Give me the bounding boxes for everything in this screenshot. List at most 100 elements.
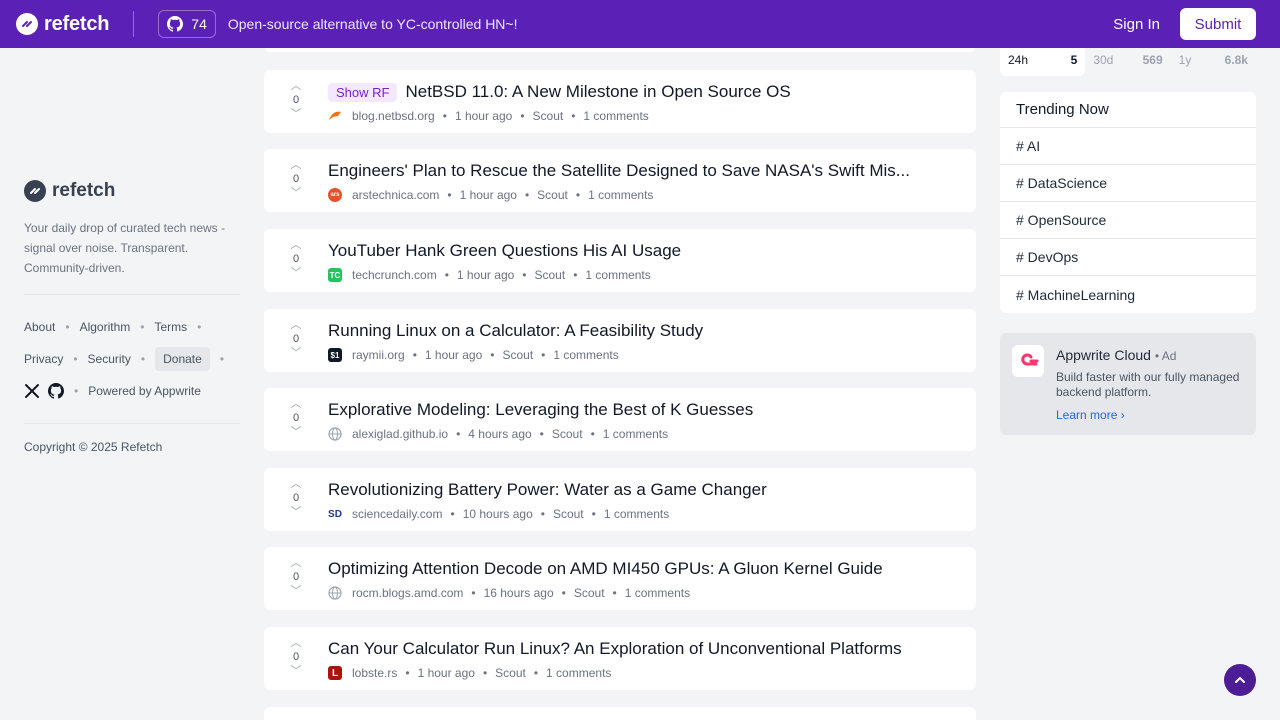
privacy-link[interactable]: Privacy xyxy=(24,352,63,366)
stats-tab-1y[interactable]: 1y 6.8k xyxy=(1171,44,1256,76)
about-link[interactable]: About xyxy=(24,320,55,334)
story-domain-link[interactable]: techcrunch.com xyxy=(352,268,437,282)
footer-links-row-2: Privacy • Security • Donate • xyxy=(24,343,240,375)
terms-link[interactable]: Terms xyxy=(154,320,187,334)
upvote-icon[interactable]: ︿ xyxy=(286,477,306,491)
lobsters-icon: L xyxy=(328,666,342,680)
story-author-link[interactable]: Scout xyxy=(537,188,568,202)
upvote-icon[interactable]: ︿ xyxy=(286,238,306,252)
stats-tab-24h[interactable]: 24h 5 xyxy=(1000,44,1086,76)
story-comments-link[interactable]: 1 comments xyxy=(553,348,618,362)
scroll-to-top-button[interactable] xyxy=(1224,664,1256,696)
vote-widget: ︿ 0 ﹀ xyxy=(286,79,306,121)
story-time: 10 hours ago xyxy=(462,507,533,521)
story-comments-link[interactable]: 1 comments xyxy=(546,666,611,680)
donate-link[interactable]: Donate xyxy=(155,347,210,371)
ad-link-label: Learn more xyxy=(1056,408,1118,422)
brand-logo-link[interactable]: refetch xyxy=(16,13,109,36)
story-author-link[interactable]: Scout xyxy=(552,427,583,441)
story-comments-link[interactable]: 1 comments xyxy=(604,507,669,521)
trending-tag-datascience[interactable]: # DataScience xyxy=(1000,165,1256,202)
story-comments-link[interactable]: 1 comments xyxy=(585,268,650,282)
sidebar-brand[interactable]: refetch xyxy=(24,180,240,202)
vote-widget: ︿ 0 ﹀ xyxy=(286,238,306,280)
news-card: ︿ 0 ﹀ Show RF NetBSD 11.0: A New Milesto… xyxy=(264,70,976,133)
upvote-icon[interactable]: ︿ xyxy=(286,158,306,172)
sign-in-link[interactable]: Sign In xyxy=(1113,16,1160,33)
story-domain-link[interactable]: raymii.org xyxy=(352,348,405,362)
ad-learn-more-link[interactable]: Learn more › xyxy=(1056,408,1125,422)
downvote-icon[interactable]: ﹀ xyxy=(286,346,306,360)
downvote-icon[interactable]: ﹀ xyxy=(286,186,306,200)
story-author-link[interactable]: Scout xyxy=(574,586,605,600)
story-comments-link[interactable]: 1 comments xyxy=(603,427,668,441)
trending-tag-machinelearning[interactable]: # MachineLearning xyxy=(1000,276,1256,313)
vote-count: 0 xyxy=(292,333,300,345)
upvote-icon[interactable]: ︿ xyxy=(286,636,306,650)
story-author-link[interactable]: Scout xyxy=(502,348,533,362)
story-domain-link[interactable]: sciencedaily.com xyxy=(352,507,442,521)
chevron-right-icon: › xyxy=(1120,408,1125,422)
news-card: ︿ 0 ﹀ YouTuber Hank Green Questions His … xyxy=(264,229,976,292)
story-title-link[interactable]: Explorative Modeling: Leveraging the Bes… xyxy=(328,400,753,420)
raymii-icon: $1 xyxy=(328,348,342,362)
story-comments-link[interactable]: 1 comments xyxy=(625,586,690,600)
footer-links-row-1: About • Algorithm • Terms • xyxy=(24,320,202,334)
story-domain-link[interactable]: arstechnica.com xyxy=(352,188,439,202)
story-domain-link[interactable]: rocm.blogs.amd.com xyxy=(352,586,463,600)
downvote-icon[interactable]: ﹀ xyxy=(286,505,306,519)
stats-value: 6.8k xyxy=(1224,53,1248,67)
downvote-icon[interactable]: ﹀ xyxy=(286,584,306,598)
downvote-icon[interactable]: ﹀ xyxy=(286,107,306,121)
vote-count: 0 xyxy=(292,173,300,185)
vote-count: 0 xyxy=(292,571,300,583)
story-comments-link[interactable]: 1 comments xyxy=(583,109,648,123)
story-title-link[interactable]: Engineers' Plan to Rescue the Satellite … xyxy=(328,161,910,181)
story-author-link[interactable]: Scout xyxy=(535,268,566,282)
upvote-icon[interactable]: ︿ xyxy=(286,397,306,411)
story-title-link[interactable]: Can Your Calculator Run Linux? An Explor… xyxy=(328,639,902,659)
github-stars-button[interactable]: 74 xyxy=(158,10,216,38)
security-link[interactable]: Security xyxy=(88,352,131,366)
sidebar-description: Your daily drop of curated tech news - s… xyxy=(24,221,226,275)
upvote-icon[interactable]: ︿ xyxy=(286,556,306,570)
story-comments-link[interactable]: 1 comments xyxy=(588,188,653,202)
story-author-link[interactable]: Scout xyxy=(533,109,564,123)
x-twitter-icon[interactable] xyxy=(24,383,40,399)
story-author-link[interactable]: Scout xyxy=(495,666,526,680)
show-rf-badge: Show RF xyxy=(328,82,398,102)
vote-count: 0 xyxy=(292,412,300,424)
submit-button[interactable]: Submit xyxy=(1180,8,1256,40)
upvote-icon[interactable]: ︿ xyxy=(286,79,306,93)
powered-by-appwrite-link[interactable]: Powered by Appwrite xyxy=(88,384,201,398)
news-card: ︿ 0 ﹀ Explorative Modeling: Leveraging t… xyxy=(264,388,976,451)
stats-tab-30d[interactable]: 30d 569 xyxy=(1085,44,1170,76)
downvote-icon[interactable]: ﹀ xyxy=(286,664,306,678)
story-title-link[interactable]: Revolutionizing Battery Power: Water as … xyxy=(328,480,767,500)
algorithm-link[interactable]: Algorithm xyxy=(80,320,131,334)
vote-widget: ︿ 0 ﹀ xyxy=(286,477,306,519)
story-title-link[interactable]: Optimizing Attention Decode on AMD MI450… xyxy=(328,559,883,579)
story-meta: L lobste.rs • 1 hour ago • Scout • 1 commen… xyxy=(328,666,611,680)
github-icon[interactable] xyxy=(48,383,64,399)
story-title-link[interactable]: NetBSD 11.0: A New Milestone in Open Sou… xyxy=(405,82,790,102)
trending-tag-opensource[interactable]: # OpenSource xyxy=(1000,202,1256,239)
vote-count: 0 xyxy=(292,651,300,663)
sciencedaily-icon: SD xyxy=(328,508,342,520)
story-domain-link[interactable]: blog.netbsd.org xyxy=(352,109,435,123)
ad-card[interactable]: Appwrite Cloud • Ad Build faster with ou… xyxy=(1000,333,1256,435)
story-domain-link[interactable]: alexiglad.github.io xyxy=(352,427,448,441)
story-meta: ars arstechnica.com • 1 hour ago • Scout • … xyxy=(328,188,653,202)
story-title-link[interactable]: Running Linux on a Calculator: A Feasibi… xyxy=(328,321,703,341)
trending-tag-ai[interactable]: # AI xyxy=(1000,128,1256,165)
story-title-link[interactable]: YouTuber Hank Green Questions His AI Usa… xyxy=(328,241,681,261)
downvote-icon[interactable]: ﹀ xyxy=(286,266,306,280)
upvote-icon[interactable]: ︿ xyxy=(286,318,306,332)
news-card: ︿ 0 ﹀ Optimizing Attention Decode on AMD… xyxy=(264,547,976,610)
trending-tag-devops[interactable]: # DevOps xyxy=(1000,239,1256,276)
downvote-icon[interactable]: ﹀ xyxy=(286,425,306,439)
top-navbar: refetch 74 Open-source alternative to YC… xyxy=(0,0,1280,48)
story-author-link[interactable]: Scout xyxy=(553,507,584,521)
story-domain-link[interactable]: lobste.rs xyxy=(352,666,397,680)
vote-widget: ︿ 0 ﹀ xyxy=(286,556,306,598)
